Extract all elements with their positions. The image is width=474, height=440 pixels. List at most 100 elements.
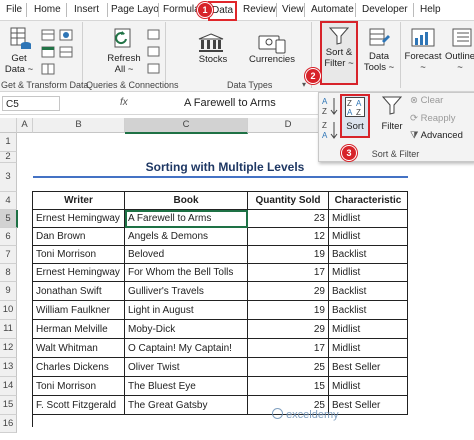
table-cell-quantity[interactable]: 12 xyxy=(248,228,329,246)
svg-text:Z: Z xyxy=(322,121,327,130)
table-cell-characteristic[interactable]: Midlist xyxy=(329,228,408,246)
row-header-11[interactable]: 11 xyxy=(0,320,17,339)
row-header-5[interactable]: 5 xyxy=(0,210,18,228)
table-cell-characteristic[interactable]: Best Seller xyxy=(329,358,408,377)
table-cell-book[interactable]: Light in August xyxy=(125,301,248,320)
table-cell-characteristic[interactable]: Midlist xyxy=(329,377,408,396)
fx-icon[interactable]: fx xyxy=(120,97,128,108)
table-cell-book[interactable]: Angels & Demons xyxy=(125,228,248,246)
refresh-all-button[interactable]: Refresh All ~ xyxy=(104,53,144,75)
table-cell-quantity[interactable]: 19 xyxy=(248,246,329,264)
group-expand-icon[interactable]: ▾ xyxy=(302,80,306,89)
filter-button[interactable]: Filter xyxy=(378,121,406,132)
table-cell-book[interactable]: A Farewell to Arms xyxy=(125,210,248,228)
row-header-4[interactable]: 4 xyxy=(0,192,17,210)
column-header-c[interactable]: C xyxy=(125,118,248,134)
clear-button[interactable]: ⊗ Clear xyxy=(410,95,443,106)
sort-a-to-z-icon[interactable]: A Z xyxy=(322,96,338,119)
table-cell-quantity[interactable]: 23 xyxy=(248,210,329,228)
tab-automate[interactable]: Automate xyxy=(309,3,356,17)
stocks-button[interactable]: Stocks xyxy=(196,54,230,65)
reapply-button[interactable]: ⟳ Reapply xyxy=(410,113,455,124)
table-cell-characteristic[interactable]: Best Seller xyxy=(329,396,408,415)
table-cell-writer[interactable]: Ernest Hemingway xyxy=(33,264,125,282)
row-header-15[interactable]: 15 xyxy=(0,396,17,415)
table-header-quantity[interactable]: Quantity Sold xyxy=(248,192,329,210)
table-cell-quantity[interactable]: 17 xyxy=(248,339,329,358)
tab-developer[interactable]: Developer xyxy=(360,3,410,17)
tab-home[interactable]: Home xyxy=(32,3,63,17)
table-cell-characteristic[interactable]: Backlist xyxy=(329,246,408,264)
currencies-button[interactable]: Currencies xyxy=(246,54,298,65)
table-cell-quantity[interactable]: 15 xyxy=(248,377,329,396)
table-cell-characteristic[interactable]: Midlist xyxy=(329,339,408,358)
row-header-16[interactable]: 16 xyxy=(0,415,17,433)
table-cell-book[interactable]: The Bluest Eye xyxy=(125,377,248,396)
filter-icon[interactable] xyxy=(381,96,403,119)
table-cell-book[interactable]: The Great Gatsby xyxy=(125,396,248,415)
column-header-b[interactable]: B xyxy=(33,118,125,133)
row-header-14[interactable]: 14 xyxy=(0,377,17,396)
table-cell-book[interactable]: Moby-Dick xyxy=(125,320,248,339)
row-header-2[interactable]: 2 xyxy=(0,152,17,163)
table-cell-writer[interactable]: Toni Morrison xyxy=(33,246,125,264)
table-cell-book[interactable]: For Whom the Bell Tolls xyxy=(125,264,248,282)
column-header-d[interactable]: D xyxy=(248,118,329,133)
row-header-13[interactable]: 13 xyxy=(0,358,17,377)
tab-page-layout[interactable]: Page Layo xyxy=(109,3,161,17)
table-cell-book[interactable]: Gulliver's Travels xyxy=(125,282,248,301)
table-cell-characteristic[interactable]: Midlist xyxy=(329,320,408,339)
tab-view[interactable]: View xyxy=(280,3,306,17)
tab-insert[interactable]: Insert xyxy=(72,3,101,17)
table-cell-book[interactable]: Oliver Twist xyxy=(125,358,248,377)
tab-file[interactable]: File xyxy=(4,3,24,17)
svg-text:A: A xyxy=(322,131,328,140)
row-header-7[interactable]: 7 xyxy=(0,246,17,264)
tab-review[interactable]: Review xyxy=(241,3,278,17)
table-cell-writer[interactable]: F. Scott Fitzgerald xyxy=(33,396,125,415)
row-header-6[interactable]: 6 xyxy=(0,228,17,246)
row-header-12[interactable]: 12 xyxy=(0,339,17,358)
row-header-3[interactable]: 3 xyxy=(0,163,17,192)
table-cell-quantity[interactable]: 29 xyxy=(248,282,329,301)
table-cell-characteristic[interactable]: Midlist xyxy=(329,210,408,228)
forecast-button[interactable]: Forecast ~ xyxy=(403,51,443,73)
table-cell-writer[interactable]: Charles Dickens xyxy=(33,358,125,377)
name-box[interactable]: C5 xyxy=(2,96,60,111)
table-cell-writer[interactable]: Walt Whitman xyxy=(33,339,125,358)
table-cell-book[interactable]: Beloved xyxy=(125,246,248,264)
table-cell-writer[interactable]: Jonathan Swift xyxy=(33,282,125,301)
table-cell-characteristic[interactable]: Midlist xyxy=(329,264,408,282)
table-cell-writer[interactable]: Herman Melville xyxy=(33,320,125,339)
sort-filter-label-2: Filter ~ xyxy=(324,58,354,69)
table-header-writer[interactable]: Writer xyxy=(33,192,125,210)
table-cell-characteristic[interactable]: Backlist xyxy=(329,301,408,320)
advanced-button[interactable]: ⧩ Advanced xyxy=(410,130,463,141)
table-cell-writer[interactable]: William Faulkner xyxy=(33,301,125,320)
table-cell-writer[interactable]: Dan Brown xyxy=(33,228,125,246)
get-data-button[interactable]: Get Data ~ xyxy=(4,53,34,75)
table-cell-quantity[interactable]: 17 xyxy=(248,264,329,282)
tab-help[interactable]: Help xyxy=(418,3,443,17)
table-cell-characteristic[interactable]: Backlist xyxy=(329,282,408,301)
table-header-characteristic[interactable]: Characteristic xyxy=(329,192,408,210)
row-header-10[interactable]: 10 xyxy=(0,301,17,320)
table-cell-quantity[interactable]: 29 xyxy=(248,320,329,339)
table-header-book[interactable]: Book xyxy=(125,192,248,210)
title-underline xyxy=(33,176,408,178)
row-header-9[interactable]: 9 xyxy=(0,282,17,301)
table-cell-book[interactable]: O Captain! My Captain! xyxy=(125,339,248,358)
table-cell-quantity[interactable]: 25 xyxy=(248,358,329,377)
outline-button[interactable]: Outline ~ xyxy=(444,51,474,73)
table-cell-quantity[interactable]: 19 xyxy=(248,301,329,320)
group-queries-label: Queries & Connections xyxy=(86,80,179,90)
row-header-8[interactable]: 8 xyxy=(0,264,17,282)
sort-z-to-a-icon[interactable]: Z A xyxy=(322,120,338,143)
formula-input[interactable]: A Farewell to Arms xyxy=(184,96,276,111)
column-header-a[interactable]: A xyxy=(17,118,33,133)
table-cell-writer[interactable]: Toni Morrison xyxy=(33,377,125,396)
row-header-1[interactable]: 1 xyxy=(0,133,17,152)
select-all-corner[interactable] xyxy=(0,118,17,133)
data-tools-button[interactable]: Data Tools ~ xyxy=(361,51,397,73)
table-cell-writer[interactable]: Ernest Hemingway xyxy=(33,210,125,228)
